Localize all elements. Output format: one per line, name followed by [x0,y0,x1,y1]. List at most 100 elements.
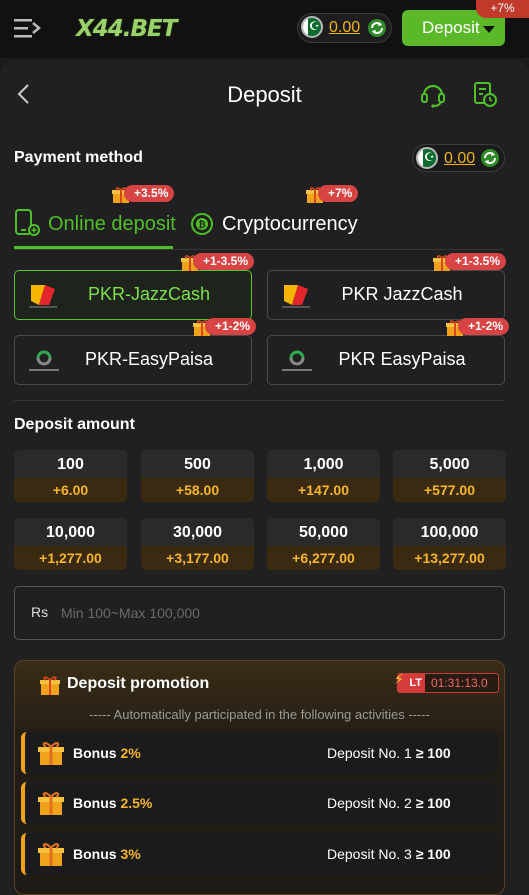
tab-online-deposit-label: Online deposit [48,213,176,235]
bonus-label: Bonus [73,795,117,811]
amount-option[interactable]: 5,000 +577.00 [393,450,506,502]
channel-pkr-jazzcash-1[interactable]: PKR-JazzCash [14,270,252,320]
header-deposit-label: Deposit [422,18,480,37]
mobile-payment-icon [15,209,40,236]
amount-value: 1,000 [303,456,344,473]
bonus-label: Bonus [73,745,117,761]
deposit-condition: Deposit No. 2 ≥ 100 [327,795,451,811]
tab-cryptocurrency[interactable]: ₿ Cryptocurrency [190,200,360,248]
tab-online-deposit[interactable]: Online deposit [14,200,176,248]
deposit-threshold: ≥ 100 [415,846,451,862]
gift-icon [38,843,64,866]
chevron-down-icon [483,26,495,33]
tab-online-deposit-badge-text: +3.5% [124,185,175,202]
lightning-icon: ⚡ [394,671,404,687]
deposit-history-icon[interactable] [472,80,498,108]
channel-pkr-easypaisa-2[interactable]: PKR EasyPaisa [267,335,505,385]
refresh-icon[interactable] [367,18,387,38]
deposit-amount-title: Deposit amount [14,416,135,433]
gift-icon [38,742,64,765]
promotion-timer: LT ⚡ 01:31:13.0 [394,671,499,693]
channel-pkr-jazzcash-2[interactable]: PKR JazzCash [267,270,505,320]
pakistan-flag-icon [416,147,438,169]
panel-balance-amount: 0.00 [444,150,476,167]
header-bonus-badge: +7% [476,0,529,18]
active-tab-indicator [14,246,173,249]
channel-label: PKR-EasyPaisa [84,349,214,369]
promotion-row[interactable]: Bonus 3% Deposit No. 3 ≥ 100 [21,833,498,875]
refresh-icon[interactable] [480,148,500,168]
promotion-title: Deposit promotion [67,675,210,692]
amount-input-container[interactable]: Rs [14,586,505,640]
deposit-number: Deposit No. 2 [327,795,412,811]
panel-balance[interactable]: 0.00 [412,144,505,172]
payment-method-title: Payment method [14,149,143,166]
gift-icon [40,676,60,695]
channel-label: PKR-JazzCash [87,284,211,304]
channel-label: PKR JazzCash [341,284,463,304]
amount-bonus: +6.00 [14,478,127,502]
amount-bonus: +6,277.00 [267,546,380,570]
deposit-number: Deposit No. 3 [327,846,412,862]
channel-badge-text: +1-3.5% [193,253,255,270]
amount-bonus: +147.00 [267,478,380,502]
menu-collapse-icon[interactable] [14,17,42,39]
deposit-condition: Deposit No. 3 ≥ 100 [327,846,451,862]
amount-option[interactable]: 500 +58.00 [141,450,254,502]
deposit-condition: Deposit No. 1 ≥ 100 [327,745,451,761]
header-balance[interactable]: 0.00 [297,13,392,43]
bonus-label: Bonus [73,846,117,862]
amount-option[interactable]: 30,000 +3,177.00 [141,518,254,570]
amount-value: 100 [57,456,84,473]
amount-bonus: +1,277.00 [14,546,127,570]
bonus-percent: 3% [120,846,141,862]
bonus-text: Bonus 2.5% [73,795,152,811]
top-bar: X44.BET 0.00 Deposit +7% [0,0,529,58]
gift-icon [38,792,64,815]
tab-cryptocurrency-label: Cryptocurrency [222,213,358,235]
promotion-subtitle: ----- Automatically participated in the … [89,707,430,722]
countdown-time: 01:31:13.0 [431,676,488,690]
channel-badge-text: +1-3.5% [445,253,507,270]
balance-amount: 0.00 [329,19,361,36]
site-logo[interactable]: X44.BET [76,12,177,46]
deposit-threshold: ≥ 100 [415,745,451,761]
amount-bonus: +3,177.00 [141,546,254,570]
amount-option[interactable]: 10,000 +1,277.00 [14,518,127,570]
amount-value: 10,000 [46,524,95,541]
deposit-number: Deposit No. 1 [327,745,412,761]
promotion-row[interactable]: Bonus 2% Deposit No. 1 ≥ 100 [21,732,498,774]
amount-value: 500 [184,456,211,473]
bonus-text: Bonus 2% [73,745,141,761]
svg-text:₿: ₿ [198,220,205,231]
promotion-row[interactable]: Bonus 2.5% Deposit No. 2 ≥ 100 [21,782,498,824]
amount-value: 50,000 [299,524,348,541]
amount-input[interactable] [61,599,481,627]
amount-value: 5,000 [429,456,470,473]
bonus-percent: 2.5% [120,795,153,811]
amount-option[interactable]: 100 +6.00 [14,450,127,502]
amount-option[interactable]: 100,000 +13,277.00 [393,518,506,570]
tab-cryptocurrency-badge-text: +7% [318,185,359,202]
page-title: Deposit [227,82,302,107]
bonus-percent: 2% [120,745,141,761]
channel-pkr-easypaisa-1[interactable]: PKR-EasyPaisa [14,335,252,385]
amount-option[interactable]: 50,000 +6,277.00 [267,518,380,570]
customer-support-icon[interactable] [419,80,447,108]
amount-option[interactable]: 1,000 +147.00 [267,450,380,502]
section-divider [14,400,505,401]
amount-bonus: +577.00 [393,478,506,502]
tabs-divider [14,249,505,250]
deposit-threshold: ≥ 100 [415,795,451,811]
pakistan-flag-icon [301,16,323,38]
channel-badge-text: +1-2% [458,318,510,335]
amount-bonus: +13,277.00 [393,546,506,570]
amount-bonus: +58.00 [141,478,254,502]
bonus-text: Bonus 3% [73,846,141,862]
channel-badge-text: +1-2% [205,318,257,335]
bitcoin-icon: ₿ [191,213,213,235]
currency-symbol: Rs [31,604,49,620]
channel-label: PKR EasyPaisa [338,349,466,369]
deposit-promotion-card: Deposit promotion LT ⚡ 01:31:13.0 ----- … [14,660,505,895]
deposit-panel: Deposit Payment method 0.00 [0,60,529,895]
